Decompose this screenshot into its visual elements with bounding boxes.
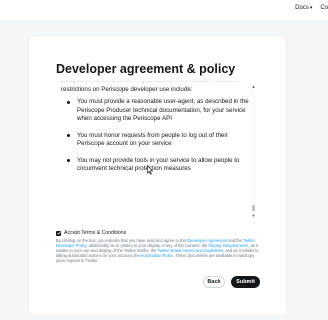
accept-terms-label: Accept Terms & Conditions — [64, 230, 127, 236]
bullet-dot — [67, 159, 70, 163]
nav-item-docs[interactable]: Docs ▾ — [295, 5, 312, 11]
accept-terms-row[interactable]: Accept Terms & Conditions — [56, 230, 126, 236]
scrollbar-thumb[interactable] — [252, 205, 255, 211]
back-button[interactable]: Back — [203, 276, 225, 288]
automation-rules-link[interactable]: Automation Rules — [141, 253, 173, 258]
agreement-bullet-text: You must honor requests from people to l… — [77, 131, 228, 148]
agreement-bullet: You must provide a reasonable user-agent… — [64, 98, 253, 124]
page-title: Developer agreement & policy — [56, 62, 236, 76]
agreement-bullet-text: You must provide a reasonable user-agent… — [77, 98, 249, 122]
nav-item-community[interactable]: Co — [320, 5, 328, 11]
check-icon — [56, 231, 61, 235]
top-nav: Docs ▾ Co — [295, 5, 328, 11]
scrollbar-track[interactable] — [252, 90, 255, 212]
nav-item-docs-label: Docs — [295, 5, 309, 11]
agreement-scrollbar[interactable]: ▲ ▼ — [251, 84, 256, 218]
bullet-dot — [67, 100, 70, 104]
top-bar: Docs ▾ Co — [0, 0, 328, 20]
agreement-bullet: You must honor requests from people to l… — [64, 132, 253, 149]
scroll-fade — [58, 80, 253, 87]
agreement-bullet-list: You must provide a reasonable user-agent… — [58, 98, 253, 174]
agreement-bullet-text: You may not provide tools in your servic… — [77, 156, 240, 173]
submit-button[interactable]: Submit — [231, 276, 260, 288]
text-cursor-icon — [147, 162, 154, 175]
chevron-down-icon: ▾ — [309, 4, 313, 11]
agreement-scroll-area[interactable]: Dasquo or outsidual terms. If you access… — [58, 80, 253, 220]
nav-item-community-label: Co — [320, 5, 328, 11]
accept-terms-checkbox[interactable] — [56, 230, 61, 236]
scroll-up-icon[interactable]: ▲ — [251, 84, 256, 89]
agreement-bullet: You may not provide tools in your servic… — [64, 157, 253, 174]
scroll-down-icon[interactable]: ▼ — [251, 213, 256, 218]
agreement-text: Dasquo or outsidual terms. If you access… — [58, 80, 253, 182]
bullet-dot — [67, 134, 70, 138]
agreement-disclaimer: By clicking on the box, you indicate tha… — [56, 238, 260, 263]
